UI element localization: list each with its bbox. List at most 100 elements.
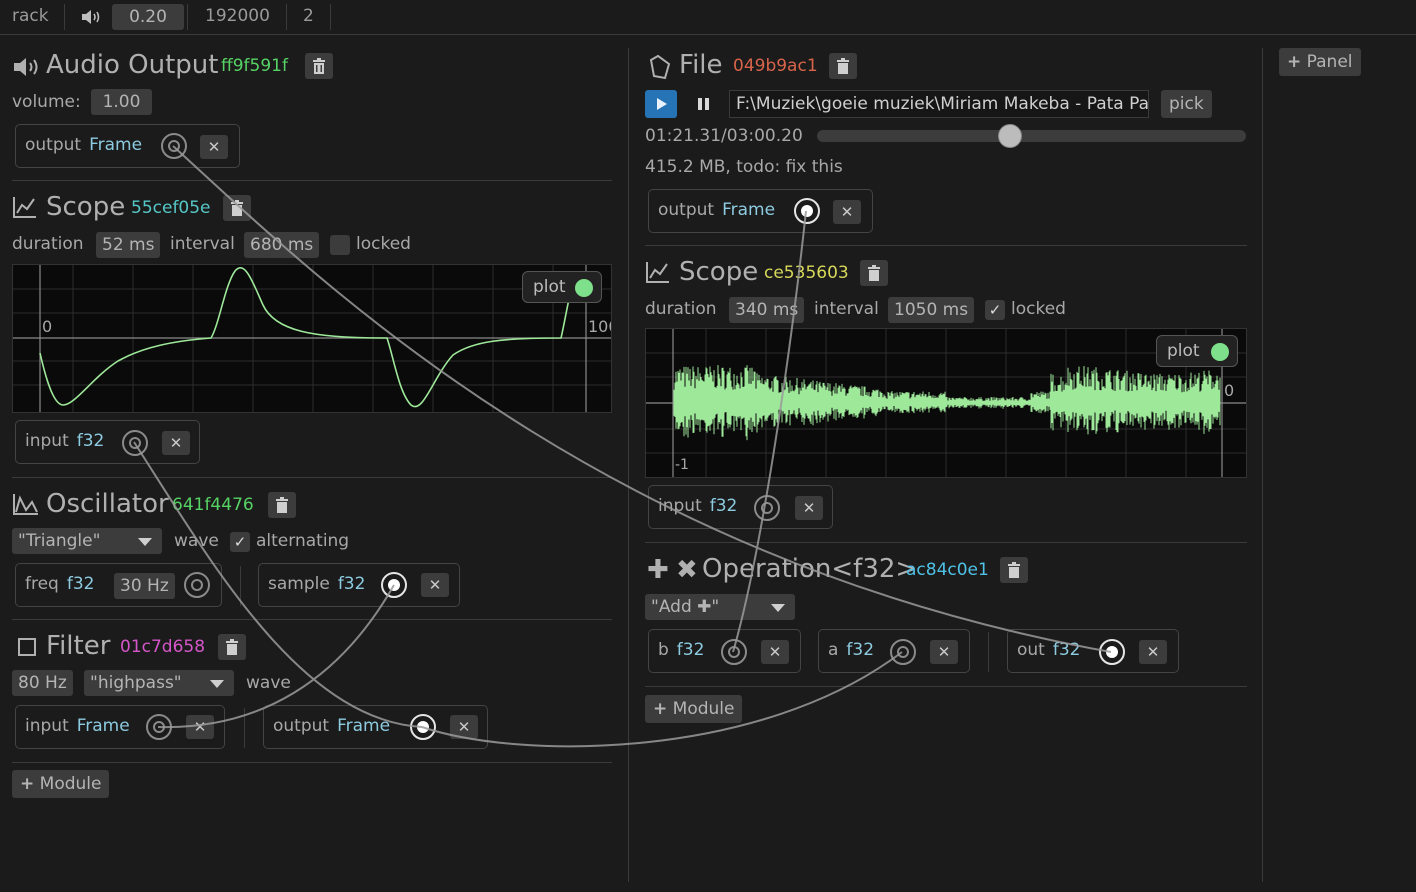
scope-input-port: input f32 ✕ — [15, 420, 200, 464]
disconnect-button[interactable]: ✕ — [421, 573, 449, 597]
jack-out[interactable] — [1099, 639, 1125, 665]
trash-icon — [1008, 562, 1020, 578]
plot-toggle[interactable]: plot — [522, 271, 602, 303]
speaker-icon[interactable] — [80, 9, 102, 25]
port-name: out — [1017, 640, 1045, 660]
jack-a[interactable] — [890, 639, 916, 665]
disconnect-button[interactable]: ✕ — [186, 715, 214, 739]
sample-port: sample f32 ✕ — [258, 563, 460, 607]
filter-wave-label: wave — [246, 673, 291, 693]
jack-output[interactable] — [161, 133, 187, 159]
disconnect-button[interactable]: ✕ — [930, 640, 958, 664]
disconnect-button[interactable]: ✕ — [1139, 640, 1167, 664]
plot-toggle[interactable]: plot — [1156, 335, 1238, 367]
port-type: f32 — [66, 574, 95, 594]
audio-output-title: Audio Output — [46, 50, 219, 80]
tick-neg: -1 — [675, 457, 689, 473]
sample-rate: 192000 — [205, 6, 270, 26]
port-type: f32 — [337, 574, 366, 594]
jack-b[interactable] — [721, 639, 747, 665]
scope-plot[interactable]: 0 -1 plot — [645, 328, 1247, 478]
audio-output-id: ff9f591f — [221, 56, 288, 76]
alternating-checkbox[interactable]: ✓ — [230, 532, 250, 552]
filter-id: 01c7d658 — [120, 637, 206, 657]
disconnect-button[interactable]: ✕ — [200, 135, 228, 159]
seek-slider[interactable] — [817, 124, 1246, 148]
file-info: 415.2 MB, todo: fix this — [645, 157, 843, 177]
wave-dropdown[interactable]: "Triangle" — [12, 528, 162, 554]
jack-output[interactable] — [794, 198, 820, 224]
port-name: output — [25, 135, 82, 155]
port-type: f32 — [709, 496, 738, 516]
disconnect-button[interactable]: ✕ — [450, 715, 478, 739]
port-name: input — [658, 496, 702, 516]
jack-input[interactable] — [122, 430, 148, 456]
freq-port: freq f32 30 Hz — [15, 563, 222, 607]
filter-mode-dropdown[interactable]: "highpass" — [84, 670, 234, 696]
volume-input[interactable]: 1.00 — [91, 89, 152, 115]
delete-file-button[interactable] — [829, 53, 857, 79]
interval-input[interactable]: 1050 ms — [888, 297, 975, 323]
jack-input[interactable] — [754, 495, 780, 521]
disconnect-button[interactable]: ✕ — [795, 496, 823, 520]
jack-freq[interactable] — [184, 572, 210, 598]
chart-icon — [13, 197, 36, 218]
port-type: f32 — [846, 640, 875, 660]
add-module-label: Module — [39, 774, 102, 794]
filter-icon — [18, 638, 36, 656]
port-type: Frame — [89, 135, 143, 155]
port-name: input — [25, 716, 69, 736]
port-type: f32 — [676, 640, 705, 660]
locked-label: locked — [1011, 299, 1066, 319]
file-path-input[interactable]: F:\Muziek\goeie muziek\Miriam Makeba - P… — [729, 90, 1149, 118]
chevron-down-icon — [771, 604, 785, 612]
scope-id: 55cef05e — [131, 198, 211, 218]
oscillator-title: Oscillator — [46, 489, 169, 519]
duration-input[interactable]: 340 ms — [729, 297, 805, 323]
operation-value: "Add ✚" — [651, 597, 720, 617]
chevron-down-icon — [138, 538, 152, 546]
gain-input[interactable]: 0.20 — [112, 4, 184, 30]
delete-scope-button[interactable] — [860, 260, 888, 286]
scope-plot[interactable]: 0 100 plot — [12, 264, 612, 413]
disconnect-button[interactable]: ✕ — [162, 431, 190, 455]
freq-input[interactable]: 30 Hz — [114, 573, 175, 599]
filter-input-port: input Frame ✕ — [15, 705, 225, 749]
port-name: a — [828, 640, 839, 660]
chart-icon — [646, 262, 669, 283]
add-module-button-left[interactable]: + Module — [12, 770, 110, 798]
locked-checkbox[interactable] — [330, 235, 350, 255]
trash-icon — [226, 639, 238, 655]
jack-sample[interactable] — [381, 572, 407, 598]
delete-operation-button[interactable] — [1000, 557, 1028, 583]
disconnect-button[interactable]: ✕ — [833, 200, 861, 224]
delete-oscillator-button[interactable] — [268, 492, 296, 518]
oscillator-id: 641f4476 — [172, 495, 254, 515]
operand-b-port: b f32 ✕ — [648, 629, 801, 673]
filter-freq-input[interactable]: 80 Hz — [12, 670, 73, 696]
playback-time: 01:21.31/03:00.20 — [645, 126, 803, 146]
trash-icon — [313, 58, 325, 74]
filter-mode-value: "highpass" — [90, 673, 182, 693]
trash-icon — [231, 200, 243, 216]
delete-filter-button[interactable] — [218, 634, 246, 660]
port-type: f32 — [76, 431, 105, 451]
pick-button[interactable]: pick — [1161, 90, 1212, 118]
disconnect-button[interactable]: ✕ — [761, 640, 789, 664]
interval-input[interactable]: 680 ms — [244, 232, 320, 258]
delete-audio-output-button[interactable] — [305, 53, 333, 79]
pause-button[interactable] — [688, 90, 720, 118]
add-module-button-right[interactable]: + Module — [645, 695, 743, 723]
play-button[interactable] — [645, 90, 677, 118]
jack-output[interactable] — [410, 714, 436, 740]
alternating-label: alternating — [256, 531, 350, 551]
duration-input[interactable]: 52 ms — [96, 232, 161, 258]
operation-dropdown[interactable]: "Add ✚" — [645, 594, 795, 620]
plus-icon: ✚ — [647, 555, 669, 585]
seek-handle[interactable] — [998, 124, 1023, 148]
delete-scope-button[interactable] — [223, 195, 251, 221]
add-panel-button[interactable]: + Panel — [1279, 48, 1361, 76]
locked-checkbox[interactable]: ✓ — [985, 300, 1005, 320]
jack-input[interactable] — [146, 714, 172, 740]
operation-title: Operation<f32> — [702, 554, 918, 584]
